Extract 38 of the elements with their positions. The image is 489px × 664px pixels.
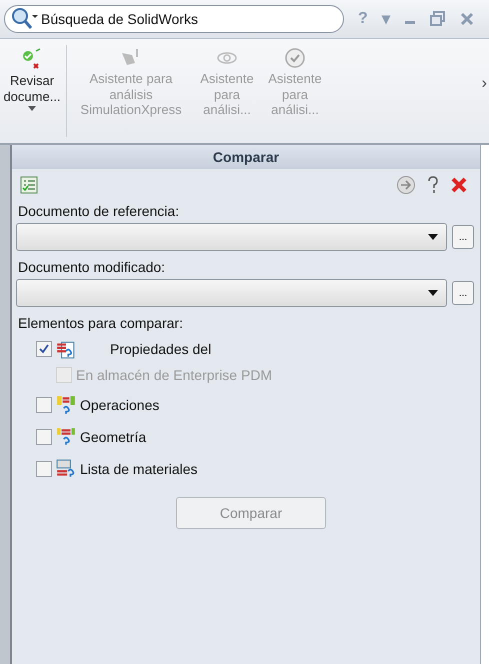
field-label: Documento de referencia: (17, 202, 180, 221)
option-label: Lista de materiales (80, 461, 198, 477)
checkbox[interactable] (36, 341, 52, 357)
search-input[interactable]: Búsqueda de SolidWorks (39, 10, 339, 28)
features-icon (56, 395, 76, 415)
option-label: Geometría (80, 429, 146, 445)
option-label: Operaciones (80, 397, 160, 413)
caret-icon (28, 106, 36, 112)
checkbox[interactable] (36, 397, 52, 413)
browse-button[interactable]: ... (452, 225, 474, 249)
search-icon (9, 6, 39, 32)
close-icon[interactable] (450, 176, 468, 194)
arrow-circle-icon[interactable] (396, 175, 416, 195)
dropdown-field[interactable] (16, 223, 447, 251)
close-icon[interactable] (460, 12, 474, 26)
properties-icon (56, 339, 76, 359)
help-button[interactable]: ? (358, 10, 368, 28)
checklist-icon (20, 176, 38, 194)
caret-icon (428, 290, 438, 296)
caret-icon (428, 234, 438, 240)
checkbox[interactable] (36, 461, 52, 477)
restore-icon[interactable] (430, 11, 446, 27)
field-label: Documento modificado: (17, 258, 166, 277)
help-icon[interactable] (426, 175, 440, 195)
dropdown-button[interactable]: ▾ (382, 9, 390, 29)
browse-button[interactable]: ... (452, 281, 474, 305)
checkbox[interactable] (36, 429, 52, 445)
panel-title: Comparar (12, 145, 480, 169)
bill-of-materials-icon (56, 459, 76, 479)
option-label: En almacén de Enterprise PDM (76, 367, 272, 383)
search-field[interactable]: Búsqueda de SolidWorks (4, 5, 344, 33)
more-button[interactable]: › (482, 75, 487, 93)
geometry-icon (56, 427, 76, 447)
check-circle-icon (284, 47, 306, 69)
dropdown-field[interactable] (16, 279, 447, 307)
option-label: Propiedades del (110, 341, 212, 357)
toolbar-button[interactable]: Revisar docume... (0, 39, 64, 143)
section-label: Elementos para comparar: (17, 314, 184, 333)
